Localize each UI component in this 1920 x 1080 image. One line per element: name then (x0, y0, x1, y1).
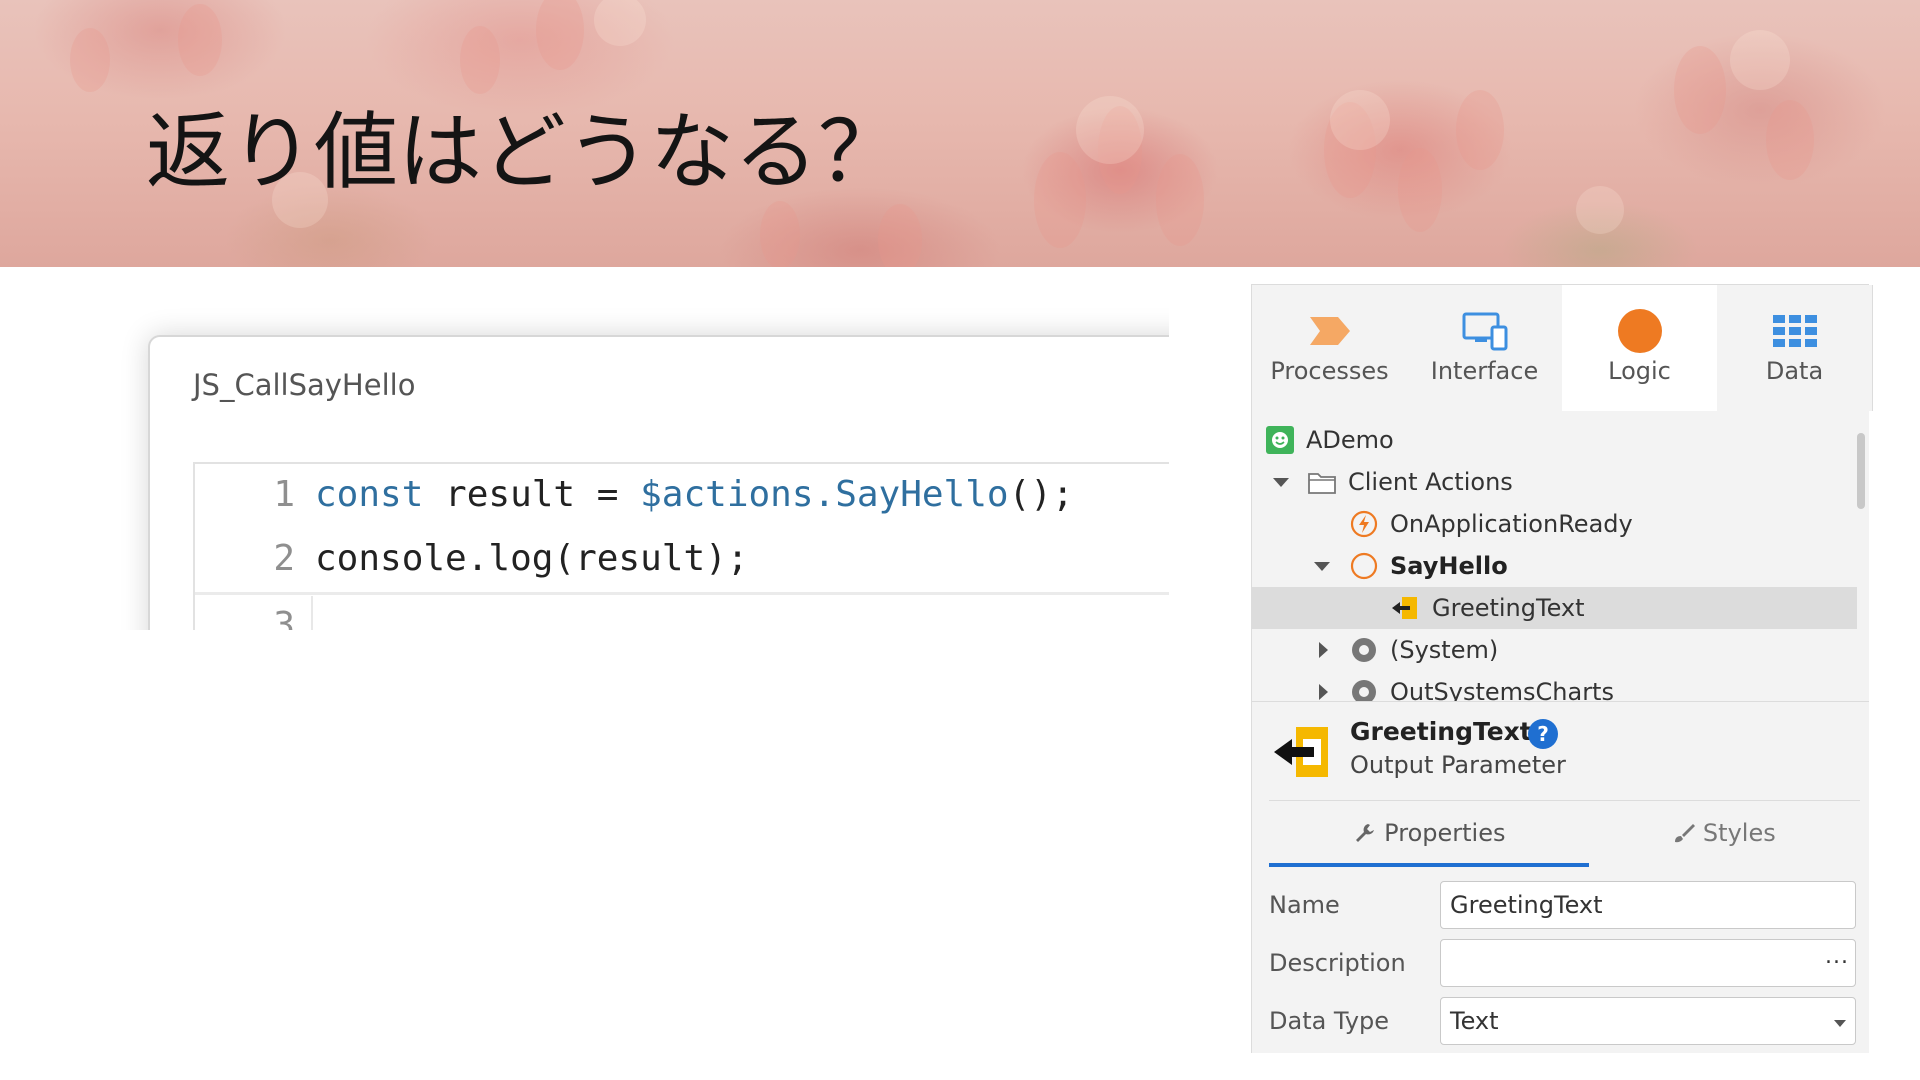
code-line: 1 const result = $actions.SayHello(); (195, 464, 1169, 526)
event-action-icon (1350, 510, 1378, 538)
tree-item-label: ADemo (1306, 426, 1394, 454)
brush-icon (1675, 824, 1696, 843)
module-ref-icon (1352, 638, 1376, 662)
line-number: 3 (273, 605, 295, 630)
code-line: 3 (195, 592, 1169, 630)
app-icon (1266, 426, 1294, 454)
tree-item-client-actions[interactable]: Client Actions (1252, 461, 1857, 503)
tree-item-label: SayHello (1390, 552, 1508, 580)
layer-tab-bar: Processes Interface Logic Data (1252, 285, 1873, 412)
logic-tree: ADemo Client Actions OnApplicationReady (1252, 411, 1869, 701)
tree-item-label: (System) (1390, 636, 1499, 664)
chevron-right-icon[interactable] (1319, 642, 1328, 658)
more-icon[interactable]: ... (1825, 934, 1849, 980)
tab-interface[interactable]: Interface (1407, 285, 1563, 411)
tab-label: Interface (1430, 357, 1539, 385)
processes-icon (1309, 317, 1350, 345)
tree-item-ademo[interactable]: ADemo (1252, 419, 1857, 461)
tree-item-sayhello[interactable]: SayHello (1252, 545, 1857, 587)
code-screenshot: JS_CallSayHello 1 const result = $action… (75, 267, 1169, 630)
element-type: Output Parameter (1350, 751, 1566, 779)
chevron-down-icon[interactable] (1273, 478, 1289, 487)
divider (1269, 800, 1860, 801)
folder-icon (1308, 473, 1336, 494)
tab-properties[interactable]: Properties (1269, 813, 1589, 867)
tab-label: Data (1765, 357, 1824, 385)
tree-scrollbar[interactable] (1857, 433, 1865, 509)
tree-item-outsystemscharts[interactable]: OutSystemsCharts (1252, 671, 1857, 701)
output-parameter-icon (1392, 597, 1417, 619)
tab-processes[interactable]: Processes (1252, 285, 1408, 411)
tab-label: Properties (1384, 819, 1506, 847)
tab-label: Processes (1270, 357, 1389, 385)
code-text: const result = $actions.SayHello(); (315, 474, 1074, 515)
gutter-separator (311, 596, 313, 630)
divider (1252, 701, 1869, 702)
tab-data[interactable]: Data (1717, 285, 1873, 411)
output-parameter-icon (1274, 727, 1328, 777)
code-text: console.log(result); (315, 538, 749, 579)
service-studio-panel: Processes Interface Logic Data ADemo Cli… (1251, 284, 1873, 1053)
tab-styles[interactable]: Styles (1589, 813, 1860, 863)
data-type-label: Data Type (1269, 1007, 1390, 1035)
name-label: Name (1269, 891, 1340, 919)
tab-label: Logic (1608, 357, 1671, 385)
chevron-down-icon[interactable] (1834, 1020, 1846, 1027)
tree-item-greetingtext[interactable]: GreetingText (1252, 587, 1857, 629)
name-field[interactable]: GreetingText (1440, 881, 1856, 929)
slide-title: 返り値はどうなる？ (146, 103, 903, 201)
interface-icon (1462, 312, 1507, 351)
chevron-right-icon[interactable] (1319, 684, 1328, 700)
module-ref-icon (1352, 680, 1376, 701)
tree-item-onapplicationready[interactable]: OnApplicationReady (1252, 503, 1857, 545)
tree-item-label: OnApplicationReady (1390, 510, 1633, 538)
help-icon[interactable]: ? (1528, 719, 1558, 749)
description-field[interactable]: ... (1440, 939, 1856, 987)
tree-item-label: Client Actions (1348, 468, 1513, 496)
element-name: GreetingText (1350, 717, 1532, 746)
code-line: 2 console.log(result); (195, 528, 1169, 590)
description-label: Description (1269, 949, 1406, 977)
tab-logic[interactable]: Logic (1562, 285, 1718, 412)
line-number: 1 (273, 474, 295, 515)
tree-item-label: OutSystemsCharts (1390, 678, 1614, 701)
slide-banner: 返り値はどうなる？ (0, 0, 1920, 267)
wrench-icon (1355, 824, 1374, 842)
line-number: 2 (273, 538, 295, 579)
tab-label: Styles (1702, 819, 1776, 847)
logic-icon (1617, 309, 1662, 353)
data-type-value: Text (1450, 1007, 1499, 1035)
data-type-select[interactable]: Text (1440, 997, 1856, 1045)
tree-item-system[interactable]: (System) (1252, 629, 1857, 671)
data-icon (1772, 315, 1817, 347)
tree-item-label: GreetingText (1432, 594, 1585, 622)
code-editor[interactable]: 1 const result = $actions.SayHello(); 2 … (193, 462, 1169, 630)
javascript-node-title: JS_CallSayHello (193, 368, 416, 402)
chevron-down-icon[interactable] (1314, 562, 1330, 571)
action-icon (1350, 552, 1378, 580)
